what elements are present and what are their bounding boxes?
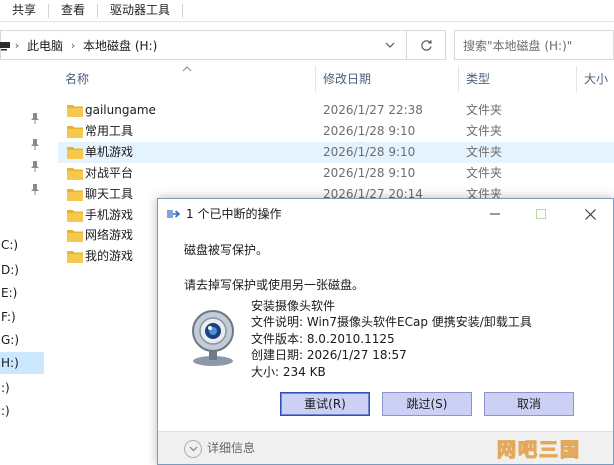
refresh-icon — [421, 39, 432, 51]
breadcrumb-chevron[interactable]: › — [67, 39, 79, 52]
dialog-footer: 详细信息 网吧三国 — [158, 431, 613, 464]
table-row[interactable]: 对战平台 2026/1/28 9:10 文件夹 — [58, 163, 614, 184]
file-name-cell: 我的游戏 — [85, 249, 134, 264]
folder-icon — [67, 188, 83, 201]
dialog-message: 磁盘被写保护。 — [184, 243, 269, 257]
file-version: 文件版本: 8.0.2010.1125 — [251, 332, 395, 346]
interrupted-operation-dialog: 1 个已中断的操作 磁盘被写保护。 请去掉写保护或使用另一张磁盘。 安装摄像头软… — [157, 198, 614, 465]
refresh-button[interactable] — [406, 31, 446, 59]
file-name-cell: 网络游戏 — [85, 228, 134, 243]
file-name-cell: 手机游戏 — [85, 207, 134, 222]
nav-drive-7[interactable]: :) — [0, 377, 44, 399]
search-placeholder: 搜索"本地磁盘 (H:)" — [463, 38, 573, 53]
column-divider[interactable] — [315, 66, 316, 92]
file-name-cell: 聊天工具 — [85, 186, 134, 201]
ribbon-divider — [182, 3, 184, 18]
nav-drive-d[interactable]: D:) — [0, 259, 44, 281]
file-description: 文件说明: Win7摄像头软件ECap 便携安装/卸载工具 — [251, 315, 532, 329]
file-created-date: 创建日期: 2026/1/27 18:57 — [251, 348, 407, 362]
close-icon — [584, 208, 596, 220]
breadcrumb-this-pc[interactable]: 此电脑 — [23, 37, 67, 54]
file-name: 安装摄像头软件 — [251, 299, 336, 313]
file-size: 大小: 234 KB — [251, 365, 326, 379]
close-button[interactable] — [567, 199, 613, 229]
folder-icon — [67, 146, 83, 159]
file-type-cell: 文件夹 — [466, 165, 503, 180]
details-toggle-button[interactable] — [184, 440, 202, 458]
address-dropdown-button[interactable] — [379, 31, 401, 59]
tab-view[interactable]: 查看 — [49, 0, 97, 22]
folder-icon — [67, 230, 83, 243]
tab-drive-tools[interactable]: 驱动器工具 — [98, 0, 182, 22]
file-modified-cell: 2026/1/28 9:10 — [323, 165, 416, 180]
column-divider[interactable] — [458, 66, 459, 92]
file-name-cell: gailungame — [85, 103, 156, 117]
column-header-size[interactable]: 大小 — [584, 64, 608, 96]
chevron-down-icon — [385, 42, 395, 48]
file-type-cell: 文件夹 — [466, 123, 503, 138]
file-modified-cell: 2026/1/28 9:10 — [323, 144, 416, 159]
file-name-cell: 常用工具 — [85, 123, 134, 138]
file-type-cell: 文件夹 — [466, 103, 503, 117]
file-modified-cell: 2026/1/28 9:10 — [323, 123, 416, 138]
file-name-cell: 单机游戏 — [85, 144, 134, 159]
nav-drive-h[interactable]: H:) — [0, 352, 44, 374]
folder-icon — [67, 251, 83, 264]
file-type-cell: 文件夹 — [466, 144, 503, 159]
svg-text:网吧三国: 网吧三国 — [497, 439, 581, 461]
minimize-button[interactable] — [472, 199, 518, 229]
table-row[interactable]: 常用工具 2026/1/28 9:10 文件夹 — [58, 121, 614, 142]
pin-icon[interactable] — [30, 112, 40, 124]
file-modified-cell: 2026/1/27 22:38 — [323, 103, 423, 117]
nav-drive-e[interactable]: E:) — [0, 282, 44, 304]
dialog-title-bar[interactable]: 1 个已中断的操作 — [158, 199, 613, 229]
watermark-logo: 网吧三国 — [496, 438, 581, 461]
nav-drive-8[interactable]: :) — [0, 400, 44, 422]
column-header-modified[interactable]: 修改日期 — [323, 64, 371, 96]
ribbon-tabs: 共享 查看 驱动器工具 — [0, 0, 614, 22]
table-row[interactable]: gailungame 2026/1/27 22:38 文件夹 — [58, 100, 614, 121]
nav-drive-f[interactable]: F:) — [0, 306, 44, 328]
pin-icon[interactable] — [30, 183, 40, 195]
cancel-button[interactable]: 取消 — [484, 392, 574, 416]
column-header-type[interactable]: 类型 — [466, 64, 490, 96]
retry-button[interactable]: 重试(R) — [280, 392, 370, 416]
webcam-icon — [192, 310, 234, 366]
column-header-name[interactable]: 名称 — [65, 64, 89, 96]
copy-arrow-icon — [167, 210, 181, 218]
skip-button[interactable]: 跳过(S) — [382, 392, 472, 416]
column-divider[interactable] — [576, 66, 577, 92]
navigation-pane: C:) D:) E:) F:) G:) H:) :) :) — [0, 64, 50, 465]
pc-icon — [0, 42, 10, 51]
pin-icon[interactable] — [30, 160, 40, 172]
explorer-window: 共享 查看 驱动器工具 › 此电脑 › 本地磁盘 (H:) 搜索"本地磁盘 (H… — [0, 0, 614, 465]
maximize-icon — [536, 209, 546, 219]
address-bar[interactable]: › 此电脑 › 本地磁盘 (H:) — [0, 30, 446, 60]
dialog-instruction: 请去掉写保护或使用另一张磁盘。 — [184, 278, 365, 292]
details-label[interactable]: 详细信息 — [207, 432, 255, 465]
folder-icon — [67, 125, 83, 138]
breadcrumb-chevron[interactable]: › — [11, 39, 23, 52]
folder-icon — [67, 105, 83, 117]
table-row[interactable]: 单机游戏 2026/1/28 9:10 文件夹 — [58, 141, 614, 163]
folder-icon — [67, 209, 83, 222]
breadcrumb-local-disk[interactable]: 本地磁盘 (H:) — [79, 37, 161, 54]
breadcrumb: › 此电脑 › 本地磁盘 (H:) — [0, 31, 161, 59]
pin-icon[interactable] — [30, 138, 40, 150]
nav-drive-c[interactable]: C:) — [0, 234, 44, 256]
folder-icon — [67, 167, 83, 180]
search-input[interactable]: 搜索"本地磁盘 (H:)" — [454, 30, 614, 60]
nav-drive-g[interactable]: G:) — [0, 329, 44, 351]
minimize-icon — [490, 213, 500, 215]
dialog-title: 1 个已中断的操作 — [186, 207, 282, 221]
tab-share[interactable]: 共享 — [0, 0, 48, 22]
chevron-down-icon — [189, 446, 197, 452]
file-name-cell: 对战平台 — [85, 165, 134, 180]
sort-ascending-icon — [182, 66, 192, 72]
maximize-button — [518, 199, 564, 229]
